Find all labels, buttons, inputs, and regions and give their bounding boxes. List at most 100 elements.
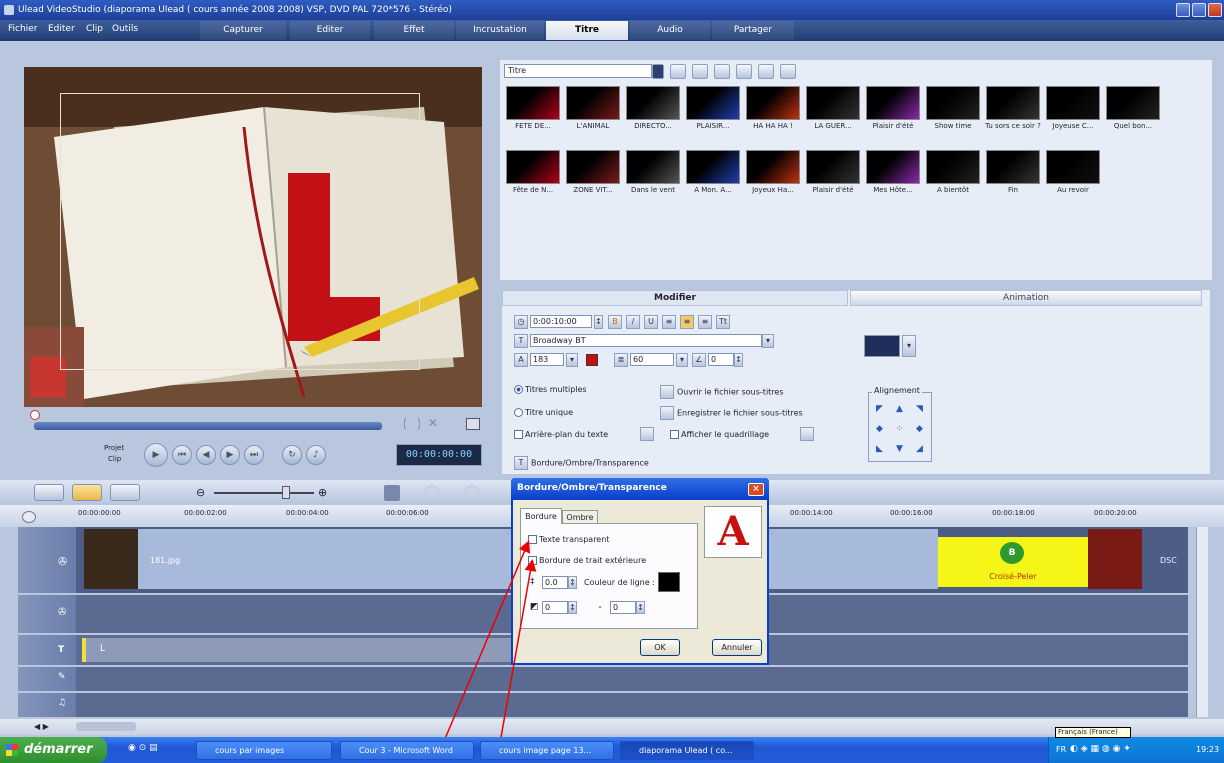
minimize-button[interactable]: [1176, 3, 1190, 17]
underline-button[interactable]: U: [644, 315, 658, 329]
title-thumbnail[interactable]: [686, 86, 740, 120]
timeline-vertical-scrollbar[interactable]: [1196, 527, 1208, 717]
border-width-spinner[interactable]: ↕: [568, 576, 577, 589]
align-top-icon[interactable]: ▲: [894, 404, 905, 415]
title-thumbnail[interactable]: [1046, 86, 1100, 120]
menu-editer[interactable]: Editer: [48, 24, 75, 34]
trim-marker-icon[interactable]: [30, 410, 40, 420]
title-thumbnail[interactable]: [626, 150, 680, 184]
video-track-header[interactable]: ✇: [18, 527, 76, 593]
storyboard-view-button[interactable]: [34, 484, 64, 501]
title-thumbnail[interactable]: [746, 150, 800, 184]
options-icon[interactable]: [758, 64, 774, 79]
zoom-out-icon[interactable]: ⊖: [196, 486, 205, 499]
smart-render-icon[interactable]: [424, 485, 440, 501]
sort-icon[interactable]: [736, 64, 752, 79]
zoom-slider[interactable]: [214, 492, 314, 494]
transparency-spinner[interactable]: ↕: [568, 601, 577, 614]
align-left-icon[interactable]: ◆: [874, 424, 885, 435]
previous-frame-button[interactable]: ◀: [196, 445, 216, 465]
import-icon[interactable]: [670, 64, 686, 79]
insert-media-icon[interactable]: [384, 485, 400, 501]
taskbar-item[interactable]: diaporama Ulead ( co...: [620, 741, 754, 760]
overlay-track-header[interactable]: ✇: [18, 595, 76, 633]
save-subtitles-button[interactable]: Enregistrer le fichier sous-titres: [660, 406, 803, 420]
title-thumbnail[interactable]: [566, 150, 620, 184]
menu-outils[interactable]: Outils: [112, 24, 138, 34]
scrollbar-thumb[interactable]: [76, 722, 136, 731]
font-size-field[interactable]: 183: [530, 353, 564, 366]
align-top-right-icon[interactable]: ◥: [914, 404, 925, 415]
align-top-left-icon[interactable]: ◤: [874, 404, 885, 415]
timeline-view-button[interactable]: [72, 484, 102, 501]
next-frame-button[interactable]: ▶: [220, 445, 240, 465]
align-right-icon[interactable]: ≡: [698, 315, 712, 329]
repeat-button[interactable]: ↻: [282, 445, 302, 465]
tray-icons[interactable]: ◐ ◈ ▦ ◍ ◉ ✦: [1070, 744, 1180, 756]
softness-spinner[interactable]: ↕: [636, 601, 645, 614]
tab-partager[interactable]: Partager: [712, 21, 794, 40]
menu-fichier[interactable]: Fichier: [8, 24, 37, 34]
audio-view-button[interactable]: [110, 484, 140, 501]
title-thumbnail[interactable]: [1046, 150, 1100, 184]
title-thumbnail[interactable]: [986, 86, 1040, 120]
softness-field[interactable]: 0: [610, 601, 636, 614]
align-center-icon[interactable]: ≡: [680, 315, 694, 329]
library-category-select[interactable]: Titre: [504, 64, 652, 78]
home-button[interactable]: ⏮: [172, 445, 192, 465]
transparent-text-checkbox[interactable]: Texte transparent: [528, 535, 609, 544]
record-icon[interactable]: [464, 485, 480, 501]
title-thumbnail[interactable]: [806, 86, 860, 120]
taskbar-item[interactable]: cours par images: [196, 741, 332, 760]
title-thumbnail[interactable]: [686, 150, 740, 184]
tab-audio[interactable]: Audio: [630, 21, 710, 40]
align-bottom-right-icon[interactable]: ◢: [914, 444, 925, 455]
open-subtitles-button[interactable]: Ouvrir le fichier sous-titres: [660, 385, 784, 399]
timecode-display[interactable]: 00:00:00:00: [396, 444, 482, 466]
leading-field[interactable]: 60: [630, 353, 674, 366]
title-thumbnail[interactable]: [626, 86, 680, 120]
title-thumbnail[interactable]: [506, 150, 560, 184]
align-bottom-left-icon[interactable]: ◣: [874, 444, 885, 455]
play-button[interactable]: ▶: [144, 443, 168, 467]
fullscreen-icon[interactable]: [466, 418, 480, 430]
title-thumbnail[interactable]: [986, 150, 1040, 184]
align-right-icon[interactable]: ◆: [914, 424, 925, 435]
scroll-arrows-icon[interactable]: ◀ ▶: [34, 722, 49, 731]
taskbar-item[interactable]: cours image page 13...: [480, 741, 614, 760]
title-thumbnail[interactable]: [746, 86, 800, 120]
title-thumbnail[interactable]: [1106, 86, 1160, 120]
maximize-button[interactable]: [1192, 3, 1206, 17]
outer-border-checkbox[interactable]: Bordure de trait extérieure: [528, 556, 646, 565]
tab-animation[interactable]: Animation: [850, 290, 1202, 306]
line-color-swatch[interactable]: [658, 572, 680, 592]
grid-view-icon[interactable]: [692, 64, 708, 79]
tab-editer[interactable]: Editer: [290, 21, 370, 40]
seek-bar[interactable]: [34, 422, 382, 430]
font-select[interactable]: Broadway BT: [530, 334, 762, 347]
tab-capturer[interactable]: Capturer: [200, 21, 286, 40]
quick-launch-icons[interactable]: ◉ ⊙ ▤: [128, 743, 188, 757]
title-thumbnail[interactable]: [926, 150, 980, 184]
dialog-close-button[interactable]: ×: [748, 483, 764, 496]
duration-field[interactable]: 0:00:10:00: [530, 315, 592, 328]
show-grid-checkbox[interactable]: Afficher le quadrillage: [670, 430, 769, 439]
angle-field[interactable]: 0: [708, 353, 734, 366]
align-center-icon[interactable]: ⁘: [894, 424, 905, 435]
taskbar-item[interactable]: Cour 3 - Microsoft Word: [340, 741, 474, 760]
end-button[interactable]: ⏭: [244, 445, 264, 465]
tab-modifier[interactable]: Modifier: [502, 290, 848, 306]
border-width-field[interactable]: 0.0: [542, 576, 568, 589]
dropdown-arrow-icon[interactable]: [652, 64, 664, 79]
angle-spinner[interactable]: ↕: [734, 353, 743, 367]
music-track[interactable]: [76, 693, 1188, 717]
ruler-zoom-icon[interactable]: [22, 511, 36, 523]
single-title-radio[interactable]: Titre unique: [514, 408, 573, 417]
tab-ombre[interactable]: Ombre: [562, 510, 598, 524]
align-bottom-icon[interactable]: ▼: [894, 444, 905, 455]
italic-button[interactable]: /: [626, 315, 640, 329]
text-direction-button[interactable]: Tt: [716, 315, 730, 329]
title-thumbnail[interactable]: [506, 86, 560, 120]
font-size-dropdown-icon[interactable]: ▾: [566, 353, 578, 367]
text-color-swatch[interactable]: [586, 354, 598, 366]
